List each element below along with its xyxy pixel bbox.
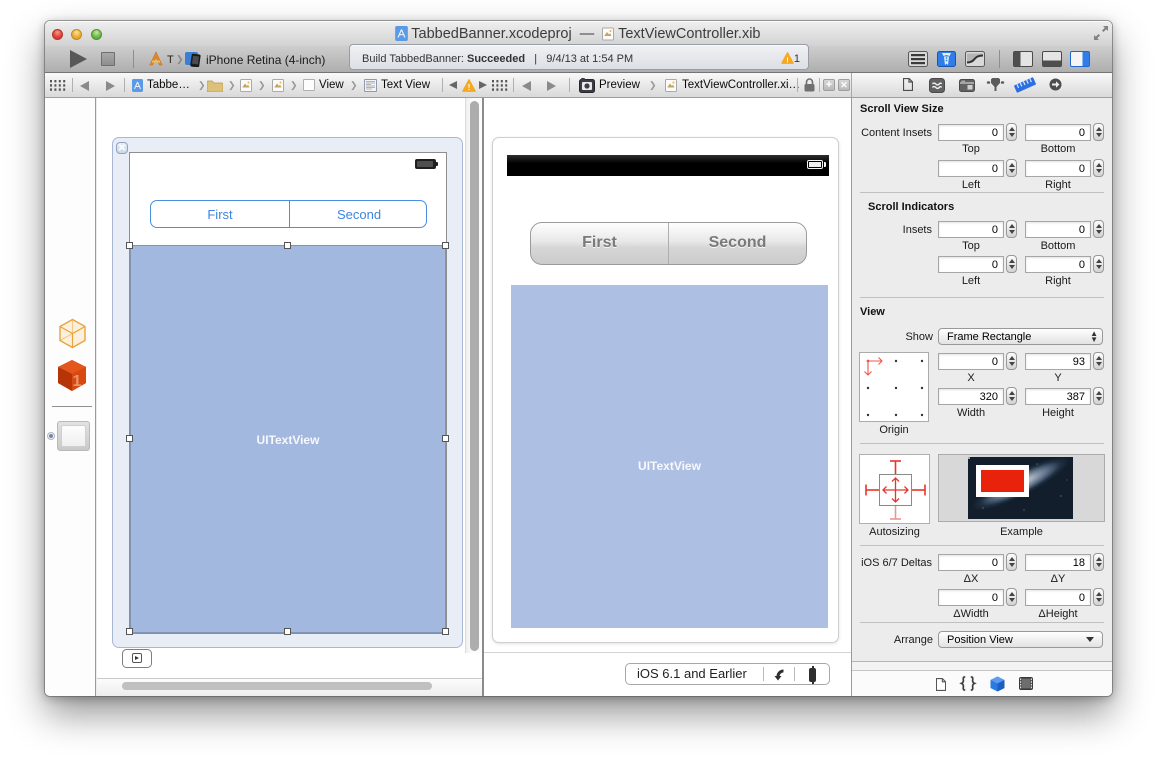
svg-text:!: ! [468,82,471,92]
svg-text:!: ! [786,55,789,64]
svg-text:1: 1 [73,373,82,390]
